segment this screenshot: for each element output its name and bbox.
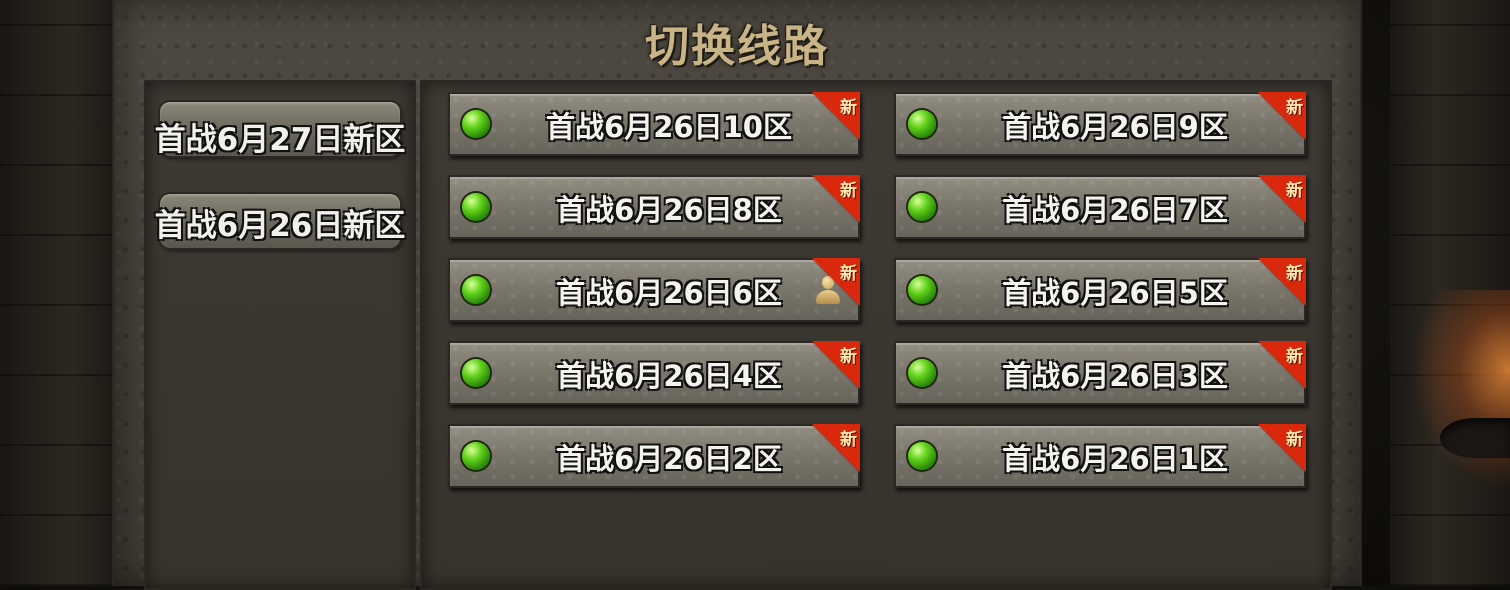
new-badge: 新 [1258,258,1306,306]
zone-group-label: 首战6月27日新区 [154,122,406,158]
server-name: 首战6月26日1区 [1002,442,1228,476]
server-button[interactable]: 首战6月26日7区 新 [894,175,1306,239]
server-button[interactable]: 首战6月26日6区 新 [448,258,860,322]
green-orb-icon [462,110,490,138]
new-badge-text: 新 [840,347,857,367]
new-badge-text: 新 [840,181,857,201]
left-dungeon-wall [0,0,120,586]
switch-line-panel: 切换线路 首战6月27日新区 首战6月26日新区 首战6月26日10区 新 首战… [112,0,1362,590]
new-badge: 新 [1258,175,1306,223]
server-button[interactable]: 首战6月26日5区 新 [894,258,1306,322]
server-button[interactable]: 首战6月26日8区 新 [448,175,860,239]
new-badge-text: 新 [1286,347,1303,367]
server-button[interactable]: 首战6月26日10区 新 [448,92,860,156]
server-name: 首战6月26日10区 [546,110,792,144]
green-orb-icon [462,276,490,304]
server-name: 首战6月26日6区 [556,276,782,310]
new-badge: 新 [812,341,860,389]
green-orb-icon [908,110,936,138]
new-badge-text: 新 [840,430,857,450]
server-name: 首战6月26日4区 [556,359,782,393]
server-name: 首战6月26日5区 [1002,276,1228,310]
new-badge: 新 [1258,92,1306,140]
server-name: 首战6月26日2区 [556,442,782,476]
server-button[interactable]: 首战6月26日3区 新 [894,341,1306,405]
new-badge: 新 [812,92,860,140]
green-orb-icon [462,442,490,470]
right-dungeon-wall [1390,0,1510,586]
new-badge-text: 新 [1286,264,1303,284]
server-button[interactable]: 首战6月26日9区 新 [894,92,1306,156]
new-badge-text: 新 [840,264,857,284]
new-badge: 新 [812,424,860,472]
green-orb-icon [908,359,936,387]
green-orb-icon [908,442,936,470]
new-badge: 新 [812,258,860,306]
green-orb-icon [908,276,936,304]
new-badge: 新 [1258,424,1306,472]
zone-group-list: 首战6月27日新区 首战6月26日新区 [144,80,416,590]
page-title: 切换线路 [645,21,829,72]
green-orb-icon [908,193,936,221]
server-name: 首战6月26日3区 [1002,359,1228,393]
new-badge-text: 新 [1286,181,1303,201]
new-badge-text: 新 [1286,98,1303,118]
torch-icon [1440,418,1510,458]
new-badge-text: 新 [1286,430,1303,450]
torch-glow [1410,290,1510,490]
server-name: 首战6月26日7区 [1002,193,1228,227]
zone-group-item[interactable]: 首战6月26日新区 [146,186,414,252]
zone-group-label: 首战6月26日新区 [154,208,406,244]
new-badge-text: 新 [840,98,857,118]
green-orb-icon [462,193,490,221]
new-badge: 新 [1258,341,1306,389]
server-name: 首战6月26日8区 [556,193,782,227]
server-button[interactable]: 首战6月26日1区 新 [894,424,1306,488]
server-name: 首战6月26日9区 [1002,110,1228,144]
server-grid: 首战6月26日10区 新 首战6月26日9区 新 首战6月26日8区 新 首战6… [420,80,1332,590]
server-button[interactable]: 首战6月26日4区 新 [448,341,860,405]
new-badge: 新 [812,175,860,223]
zone-group-item[interactable]: 首战6月27日新区 [146,94,414,160]
green-orb-icon [462,359,490,387]
server-button[interactable]: 首战6月26日2区 新 [448,424,860,488]
